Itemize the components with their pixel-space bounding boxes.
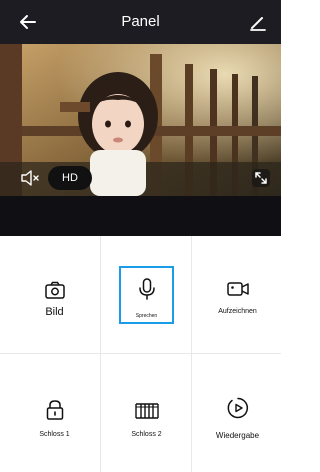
video-feed: HD	[0, 44, 281, 196]
record-label: Aufzeichnen	[218, 308, 257, 315]
speak-button[interactable]: Sprechen	[100, 236, 193, 354]
speaker-mute-icon[interactable]	[20, 169, 40, 187]
gate-icon	[134, 403, 159, 419]
action-grid: Bild Sprechen Aufzeichnen Schloss 1 Schl…	[0, 236, 281, 472]
picture-button[interactable]: Bild	[8, 236, 101, 354]
video-record-icon	[226, 282, 249, 296]
lock2-label: Schloss 2	[131, 431, 162, 438]
microphone-icon	[138, 278, 155, 300]
app-header: Panel	[0, 0, 281, 44]
record-button[interactable]: Aufzeichnen	[191, 236, 284, 354]
speak-label: Sprechen	[135, 313, 158, 319]
hd-quality-button[interactable]: HD	[48, 166, 92, 190]
edit-icon[interactable]	[249, 14, 267, 32]
playback-icon	[227, 397, 248, 419]
lock1-label: Schloss 1	[39, 431, 70, 438]
camera-image	[0, 44, 281, 196]
lock-icon	[46, 400, 63, 420]
fullscreen-icon[interactable]	[251, 168, 271, 188]
picture-label: Bild	[45, 306, 64, 318]
lock2-button[interactable]: Schloss 2	[100, 354, 193, 472]
camera-icon	[44, 281, 65, 299]
video-footer-bar	[0, 196, 281, 236]
lock1-button[interactable]: Schloss 1	[8, 354, 101, 472]
page-title: Panel	[121, 13, 160, 30]
playback-button[interactable]: Wiedergabe	[191, 354, 284, 472]
playback-label: Wiedergabe	[215, 431, 260, 440]
